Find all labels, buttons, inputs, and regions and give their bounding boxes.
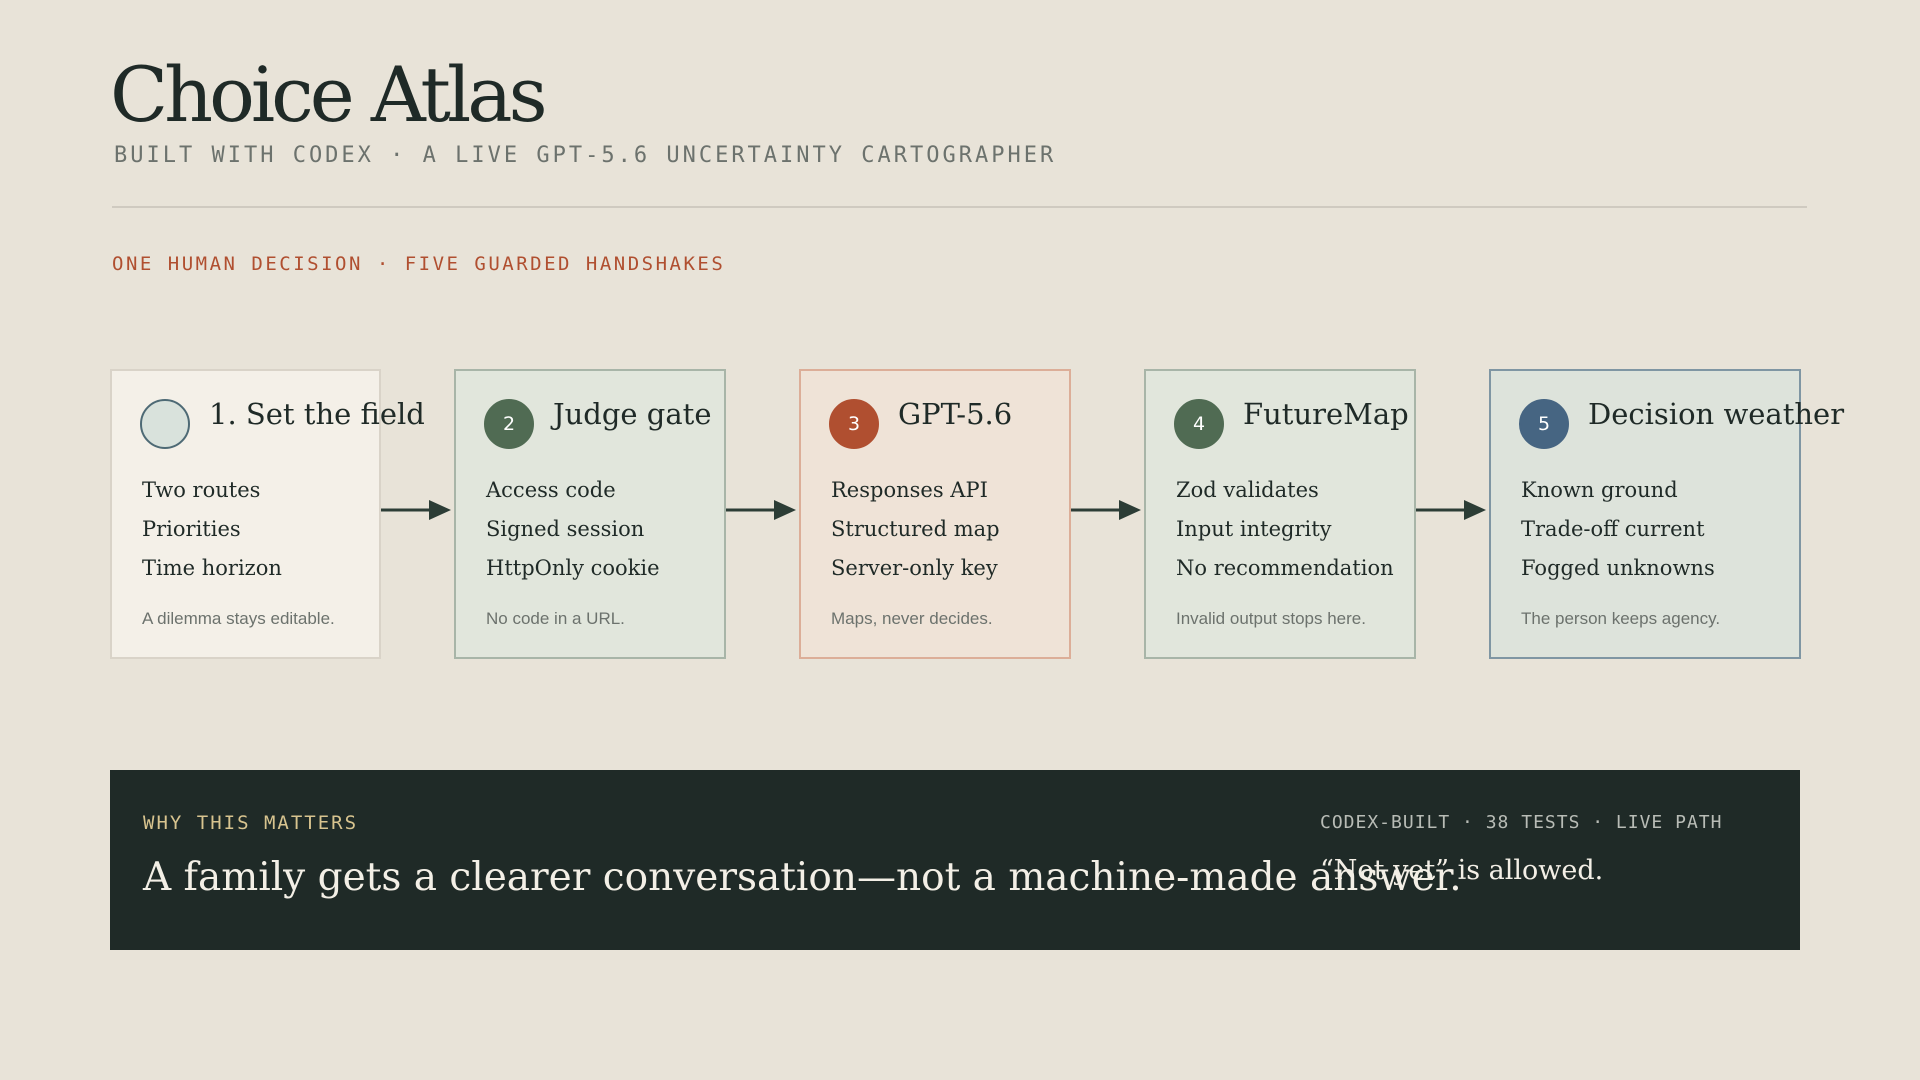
step-badge — [140, 399, 190, 449]
step-badge: 2 — [484, 399, 534, 449]
step-item: Signed session — [486, 517, 645, 541]
step-title: FutureMap — [1243, 397, 1409, 431]
step-item: Zod validates — [1176, 478, 1319, 502]
flow-arrow-icon — [381, 500, 451, 520]
step-badge: 4 — [1174, 399, 1224, 449]
step-card-judge-gate: 2 Judge gate Access code Signed session … — [454, 369, 726, 659]
step-item: Input integrity — [1176, 517, 1332, 541]
step-title: GPT-5.6 — [898, 397, 1013, 431]
step-note: Invalid output stops here. — [1176, 609, 1366, 628]
step-note: A dilemma stays editable. — [142, 609, 335, 628]
flow-arrow-icon — [726, 500, 796, 520]
step-card-decision-weather: 5 Decision weather Known ground Trade-of… — [1489, 369, 1844, 659]
step-card-futuremap: 4 FutureMap Zod validates Input integrit… — [1144, 369, 1416, 659]
step-card-gpt: 3 GPT-5.6 Responses API Structured map S… — [799, 369, 1071, 659]
step-item: Responses API — [831, 478, 988, 502]
step-item: Two routes — [142, 478, 261, 502]
step-note: No code in a URL. — [486, 609, 625, 628]
step-item: HttpOnly cookie — [486, 556, 660, 580]
page-title: Choice Atlas — [110, 50, 548, 139]
step-items: Two routes Priorities Time horizon — [142, 471, 282, 588]
step-items: Zod validates Input integrity No recomme… — [1176, 471, 1394, 588]
step-item: Access code — [486, 478, 616, 502]
header-divider — [112, 206, 1807, 208]
step-note: The person keeps agency. — [1521, 609, 1721, 628]
banner-quote: “Not yet” is allowed. — [1320, 855, 1604, 886]
step-item: Time horizon — [142, 556, 282, 580]
step-item: Structured map — [831, 517, 1000, 541]
step-title: Judge gate — [553, 397, 712, 431]
step-badge: 3 — [829, 399, 879, 449]
page-subtitle: BUILT WITH CODEX · A LIVE GPT-5.6 UNCERT… — [114, 143, 1057, 168]
step-item: Trade-off current — [1521, 517, 1705, 541]
step-item: Priorities — [142, 517, 241, 541]
step-badge: 5 — [1519, 399, 1569, 449]
step-item: No recommendation — [1176, 556, 1394, 580]
section-label: ONE HUMAN DECISION · FIVE GUARDED HANDSH… — [112, 253, 726, 275]
step-items: Access code Signed session HttpOnly cook… — [486, 471, 660, 588]
step-title: 1. Set the field — [209, 397, 425, 431]
step-item: Server-only key — [831, 556, 998, 580]
banner-headline: A family gets a clearer conversation—not… — [143, 855, 1462, 900]
step-card-set-the-field: 1. Set the field Two routes Priorities T… — [110, 369, 425, 659]
flow-arrow-icon — [1416, 500, 1486, 520]
why-this-matters-banner: WHY THIS MATTERS A family gets a clearer… — [110, 770, 1800, 950]
step-items: Responses API Structured map Server-only… — [831, 471, 1000, 588]
step-item: Fogged unknowns — [1521, 556, 1715, 580]
banner-label: WHY THIS MATTERS — [143, 812, 359, 834]
step-items: Known ground Trade-off current Fogged un… — [1521, 471, 1715, 588]
step-item: Known ground — [1521, 478, 1678, 502]
step-title: Decision weather — [1588, 397, 1845, 431]
flow-arrow-icon — [1071, 500, 1141, 520]
banner-meta: CODEX-BUILT · 38 TESTS · LIVE PATH — [1320, 812, 1723, 833]
step-note: Maps, never decides. — [831, 609, 993, 628]
